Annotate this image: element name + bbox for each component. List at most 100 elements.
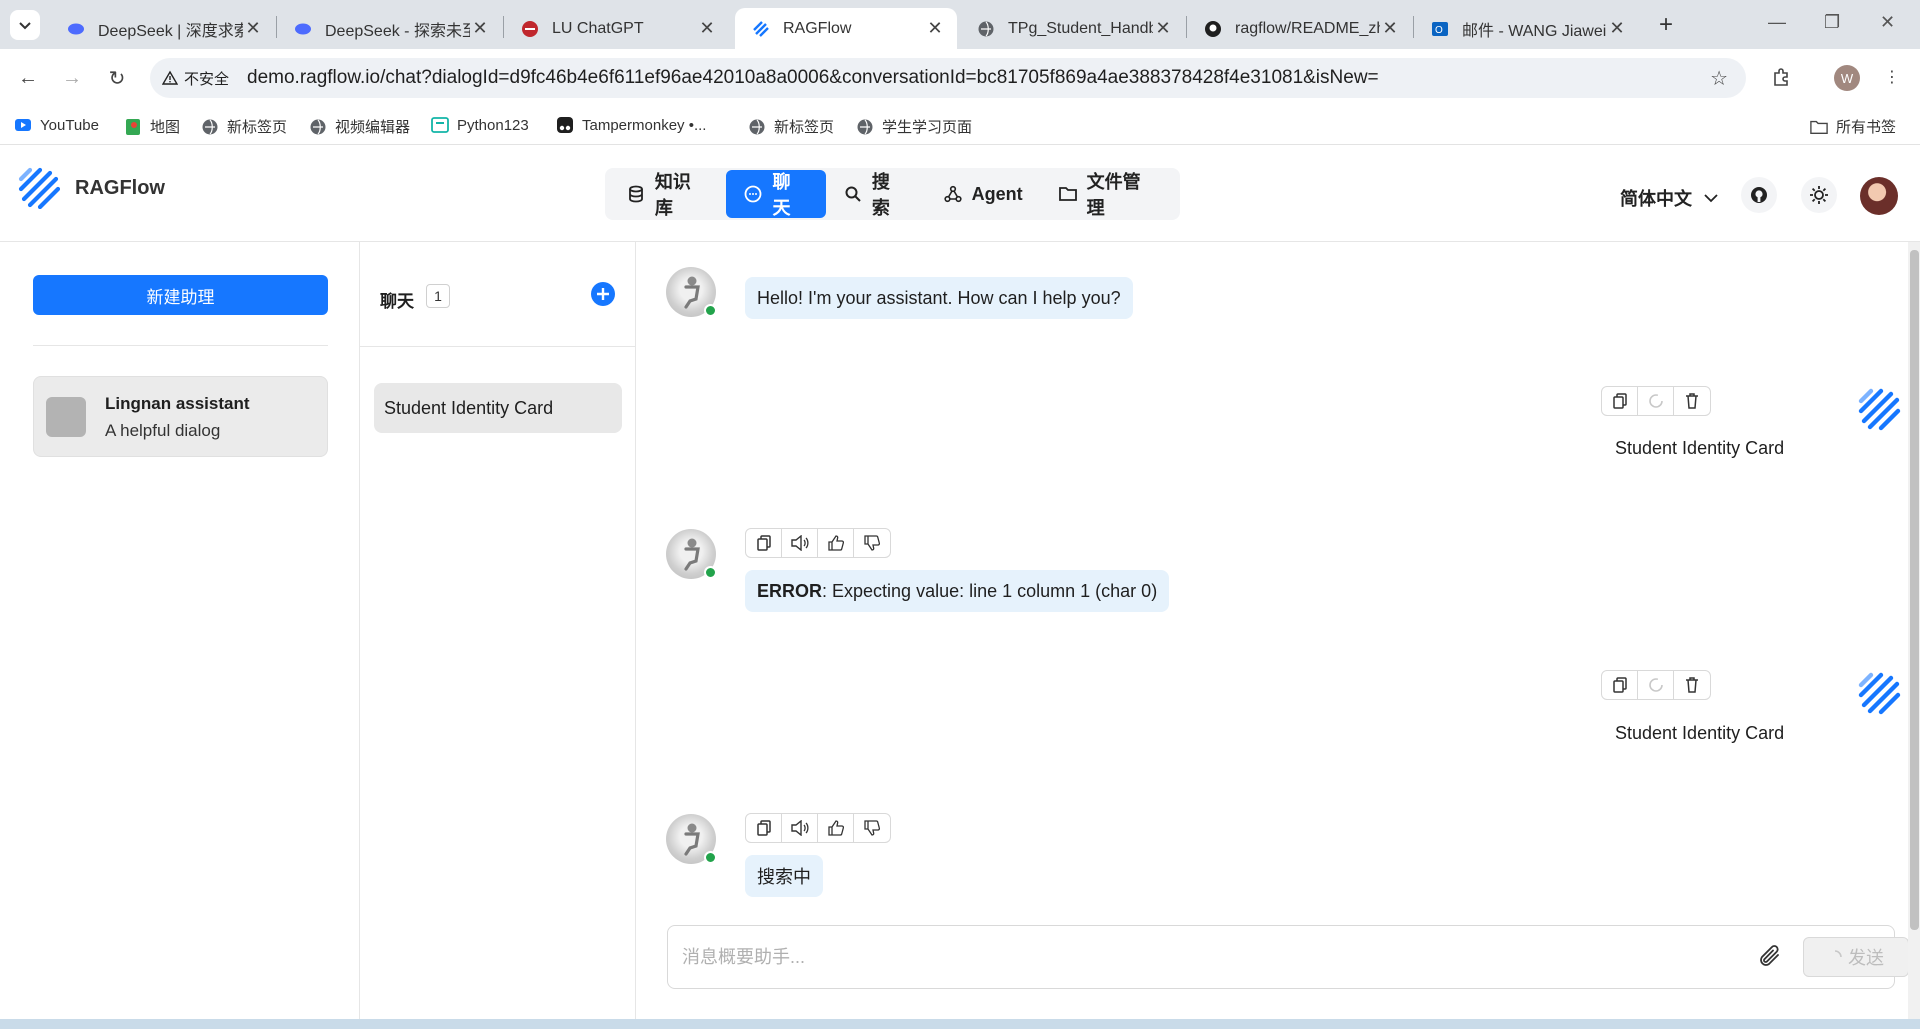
message-input[interactable]: [682, 942, 1682, 972]
all-bookmarks[interactable]: 所有书签: [1810, 116, 1896, 137]
assistant-message-actions: [745, 813, 891, 843]
assistant-card[interactable]: Lingnan assistant A helpful dialog: [33, 376, 328, 457]
language-select[interactable]: 简体中文: [1620, 185, 1718, 211]
browser-tab[interactable]: DeepSeek - 探索未至之境 ✕: [277, 8, 502, 49]
ragflow-logo-icon[interactable]: [18, 167, 60, 209]
close-tab-icon[interactable]: ✕: [1153, 18, 1173, 39]
nav-chat[interactable]: 聊天: [726, 170, 827, 218]
chat-scrollbar[interactable]: [1908, 242, 1920, 1029]
nav-file-management[interactable]: 文件管理: [1041, 170, 1176, 218]
copy-icon[interactable]: [1602, 387, 1638, 415]
browser-tab[interactable]: TPg_Student_Handbook ✕: [960, 8, 1185, 49]
tab-title: LU ChatGPT: [552, 19, 644, 37]
speaker-icon[interactable]: [782, 529, 818, 557]
globe-icon: [748, 118, 766, 136]
bookmark-item[interactable]: 新标签页: [748, 116, 834, 137]
address-bar[interactable]: 不安全 demo.ragflow.io/chat?dialogId=d9fc46…: [150, 58, 1746, 98]
assistant-message-actions: [745, 528, 891, 558]
speaker-icon[interactable]: [782, 814, 818, 842]
github-button[interactable]: [1741, 177, 1777, 213]
user-avatar[interactable]: [1860, 177, 1898, 215]
chevron-down-icon: [1704, 194, 1718, 203]
delete-icon[interactable]: [1674, 387, 1710, 415]
graph-icon: [944, 185, 962, 203]
nav-search[interactable]: 搜索: [826, 170, 926, 218]
chat-icon: [744, 185, 762, 203]
send-button[interactable]: 发送: [1803, 937, 1909, 977]
tampermonkey-icon: [556, 116, 574, 134]
online-status-dot: [704, 304, 717, 317]
new-tab-button[interactable]: +: [1652, 12, 1680, 40]
restore-icon[interactable]: ❐: [1824, 12, 1840, 33]
browser-tab-active[interactable]: RAGFlow ✕: [735, 8, 957, 49]
outlook-icon: O: [1430, 19, 1450, 39]
browser-tab[interactable]: LU ChatGPT ✕: [504, 8, 729, 49]
extensions-puzzle-icon[interactable]: [1766, 62, 1796, 92]
tab-title: TPg_Student_Handbook: [1008, 19, 1153, 37]
loading-spinner-icon: [1834, 950, 1842, 958]
close-tab-icon[interactable]: ✕: [1607, 18, 1627, 39]
bookmark-star-icon[interactable]: ☆: [1710, 66, 1728, 91]
profile-avatar[interactable]: W: [1834, 65, 1860, 91]
conversation-item[interactable]: Student Identity Card: [374, 383, 622, 433]
search-icon: [844, 185, 862, 203]
github-icon: [1203, 19, 1223, 39]
browser-toolbar: ← → ↻ 不安全 demo.ragflow.io/chat?dialogId=…: [0, 49, 1920, 107]
message-composer: 发送: [667, 925, 1909, 989]
user-ragflow-avatar: [1854, 668, 1904, 718]
paperclip-icon[interactable]: [1755, 942, 1785, 972]
close-tab-icon[interactable]: ✕: [470, 18, 490, 39]
close-tab-icon[interactable]: ✕: [925, 18, 945, 39]
copy-icon[interactable]: [1602, 671, 1638, 699]
minimize-icon[interactable]: —: [1768, 12, 1786, 33]
lu-logo-icon: [520, 19, 540, 39]
thumbs-up-icon[interactable]: [818, 529, 854, 557]
tab-title: DeepSeek | 深度求索: [98, 22, 243, 40]
bookmark-label: 新标签页: [227, 119, 288, 136]
close-tab-icon[interactable]: ✕: [243, 18, 263, 39]
assistant-name: Lingnan assistant: [105, 394, 250, 413]
bookmark-item[interactable]: 视频编辑器: [309, 116, 410, 137]
bookmark-label: Tampermonkey •...: [582, 116, 707, 134]
browser-tab[interactable]: O 邮件 - WANG Jiawei ✕: [1414, 8, 1639, 49]
new-assistant-button[interactable]: 新建助理: [33, 275, 328, 315]
delete-icon[interactable]: [1674, 671, 1710, 699]
deepseek-whale-icon: [293, 19, 313, 39]
close-tab-icon[interactable]: ✕: [1380, 18, 1400, 39]
nav-knowledge-base[interactable]: 知识库: [609, 170, 726, 218]
warning-triangle-icon: [162, 70, 178, 85]
copy-icon[interactable]: [746, 814, 782, 842]
close-window-icon[interactable]: ✕: [1880, 12, 1895, 33]
error-label: ERROR: [757, 580, 823, 601]
back-arrow-icon[interactable]: ←: [14, 64, 42, 92]
assistant-panel: 新建助理 Lingnan assistant A helpful dialog: [0, 242, 360, 1029]
more-menu-icon[interactable]: ⋮: [1877, 62, 1907, 92]
bookmark-item[interactable]: Python123: [431, 116, 529, 134]
bookmark-item[interactable]: 新标签页: [201, 116, 287, 137]
bookmark-item[interactable]: 地图: [124, 116, 180, 137]
browser-tab[interactable]: ragflow/README_zh.md ✕: [1187, 8, 1412, 49]
insecure-badge[interactable]: 不安全: [162, 68, 229, 89]
thumbs-down-icon[interactable]: [854, 529, 890, 557]
bookmark-item[interactable]: 学生学习页面: [856, 116, 972, 137]
tab-search-button[interactable]: [10, 10, 40, 40]
regenerate-icon[interactable]: [1638, 671, 1674, 699]
browser-tab-bar: DeepSeek | 深度求索 ✕ DeepSeek - 探索未至之境 ✕ LU…: [0, 0, 1920, 49]
error-text: : Expecting value: line 1 column 1 (char…: [822, 580, 1158, 601]
nav-agent[interactable]: Agent: [926, 170, 1041, 218]
scrollbar-thumb[interactable]: [1910, 250, 1919, 930]
copy-icon[interactable]: [746, 529, 782, 557]
brand-name[interactable]: RAGFlow: [75, 177, 165, 200]
regenerate-icon[interactable]: [1638, 387, 1674, 415]
reload-icon[interactable]: ↻: [103, 64, 131, 92]
browser-tab[interactable]: DeepSeek | 深度求索 ✕: [50, 8, 275, 49]
thumbs-up-icon[interactable]: [818, 814, 854, 842]
theme-toggle-button[interactable]: [1801, 177, 1837, 213]
bookmark-item[interactable]: Tampermonkey •...: [556, 116, 706, 134]
forward-arrow-icon[interactable]: →: [58, 64, 86, 92]
url-text[interactable]: demo.ragflow.io/chat?dialogId=d9fc46b4e6…: [247, 67, 1379, 89]
bookmark-item[interactable]: YouTube: [14, 116, 99, 134]
thumbs-down-icon[interactable]: [854, 814, 890, 842]
add-conversation-button[interactable]: [591, 282, 615, 306]
close-tab-icon[interactable]: ✕: [697, 18, 717, 39]
